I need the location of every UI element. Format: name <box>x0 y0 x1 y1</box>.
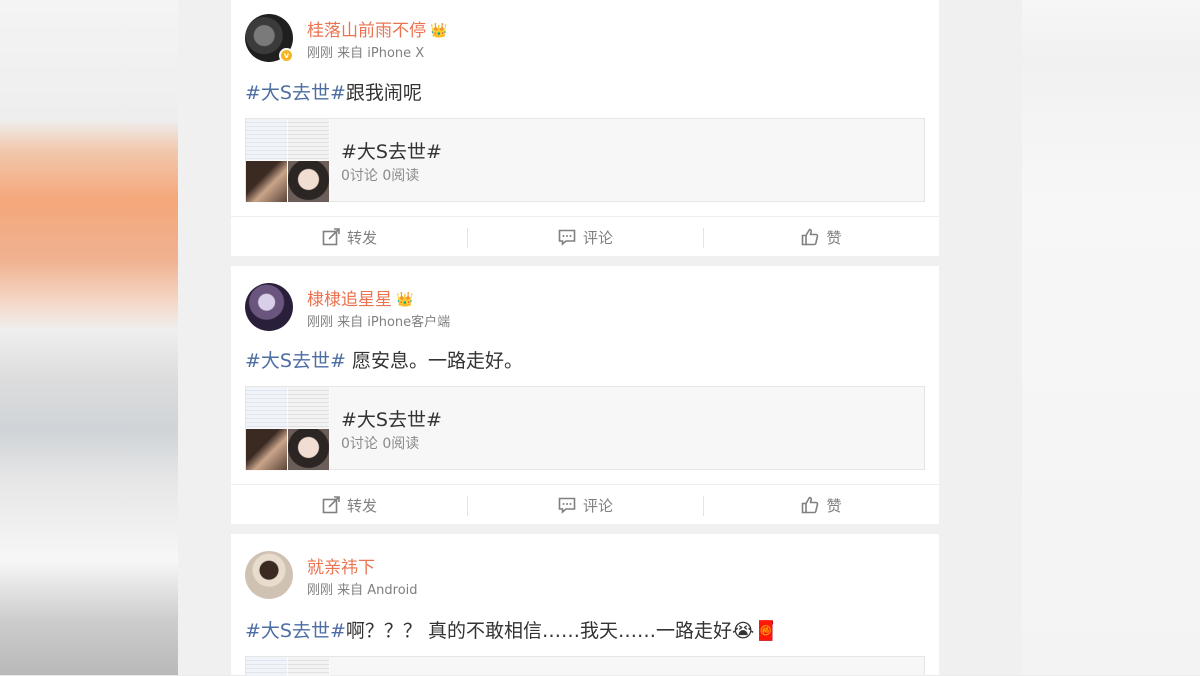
post-header: v 桂落山前雨不停 👑 刚刚 来自 iPhone X <box>245 14 925 64</box>
avatar[interactable] <box>245 551 293 599</box>
thumbs-up-icon <box>802 228 819 246</box>
comment-icon <box>558 229 576 246</box>
topic-title: #大S去世# <box>341 409 442 431</box>
thumbnail-image <box>246 161 287 202</box>
username-text[interactable]: 桂落山前雨不停 <box>307 21 426 41</box>
repost-label: 转发 <box>346 496 377 515</box>
repost-button[interactable]: 转发 <box>231 217 467 257</box>
thumbnail-image <box>288 387 329 428</box>
crown-icon: 👑 <box>430 23 448 39</box>
thumbnail-image <box>246 429 287 470</box>
username-text[interactable]: 棣棣追星星 <box>307 290 392 310</box>
blurred-background-right <box>1022 0 1200 675</box>
post-meta: 刚刚 来自 iPhone客户端 <box>307 315 451 330</box>
feed-post: 就亲祎下 刚刚 来自 Android #大S去世#啊？？？ 真的不敢相信……我天… <box>231 534 939 676</box>
thumbnail-image <box>246 387 287 428</box>
repost-icon <box>322 496 340 514</box>
hashtag-link[interactable]: #大S去世# <box>245 82 346 104</box>
thumbnail-image <box>246 657 287 676</box>
thumbnail-image <box>288 161 329 202</box>
blurred-background-left <box>0 0 178 675</box>
post-header: 棣棣追星星 👑 刚刚 来自 iPhone客户端 <box>245 283 925 333</box>
crown-icon: 👑 <box>396 292 414 308</box>
topic-card[interactable] <box>245 656 925 676</box>
comment-label: 评论 <box>582 228 613 247</box>
thumbnail-image <box>246 119 287 160</box>
comment-button[interactable]: 评论 <box>467 217 703 257</box>
hashtag-link[interactable]: #大S去世# <box>245 350 346 372</box>
topic-thumbnail <box>246 657 330 676</box>
topic-stats: 0讨论 0阅读 <box>341 436 420 452</box>
feed-post: v 桂落山前雨不停 👑 刚刚 来自 iPhone X #大S去世#跟我闹呢 #大S… <box>231 0 939 256</box>
username[interactable]: 桂落山前雨不停 👑 <box>307 16 447 41</box>
post-text: #大S去世#跟我闹呢 <box>245 78 422 105</box>
feed-post: 棣棣追星星 👑 刚刚 来自 iPhone客户端 #大S去世# 愿安息。一路走好。 … <box>231 266 939 524</box>
post-actions: 转发 评论 赞 <box>231 484 939 524</box>
post-text: #大S去世#啊？？？ 真的不敢相信……我天……一路走好😭🧧 <box>245 616 778 643</box>
post-header: 就亲祎下 刚刚 来自 Android <box>245 551 925 601</box>
repost-button[interactable]: 转发 <box>231 485 467 525</box>
username[interactable]: 棣棣追星星 👑 <box>307 285 413 310</box>
thumbnail-image <box>288 429 329 470</box>
topic-card[interactable]: #大S去世# 0讨论 0阅读 <box>245 386 925 471</box>
topic-thumbnail <box>246 387 330 471</box>
comment-label: 评论 <box>582 496 613 515</box>
comment-button[interactable]: 评论 <box>467 485 703 525</box>
topic-card[interactable]: #大S去世# 0讨论 0阅读 <box>245 118 925 203</box>
thumbnail-image <box>288 657 329 676</box>
thumbs-up-icon <box>802 496 819 514</box>
repost-icon <box>322 228 340 246</box>
like-label: 赞 <box>826 496 842 515</box>
like-button[interactable]: 赞 <box>703 217 939 257</box>
verified-badge-icon: v <box>279 48 294 63</box>
post-actions: 转发 评论 赞 <box>231 216 939 256</box>
avatar[interactable] <box>245 283 293 331</box>
like-label: 赞 <box>826 228 842 247</box>
post-text: #大S去世# 愿安息。一路走好。 <box>245 346 523 373</box>
topic-stats: 0讨论 0阅读 <box>341 168 420 184</box>
hashtag-link[interactable]: #大S去世# <box>245 620 346 642</box>
post-body: 跟我闹呢 <box>345 82 422 104</box>
feed-column: v 桂落山前雨不停 👑 刚刚 来自 iPhone X #大S去世#跟我闹呢 #大S… <box>178 0 1022 676</box>
post-meta: 刚刚 来自 Android <box>307 583 418 598</box>
username-text[interactable]: 就亲祎下 <box>307 558 375 578</box>
post-body: 愿安息。一路走好。 <box>345 350 523 372</box>
post-body: 啊？？？ 真的不敢相信……我天……一路走好😭🧧 <box>345 620 778 642</box>
like-button[interactable]: 赞 <box>703 485 939 525</box>
comment-icon <box>558 497 576 514</box>
topic-thumbnail <box>246 119 330 203</box>
username[interactable]: 就亲祎下 <box>307 553 375 578</box>
repost-label: 转发 <box>346 228 377 247</box>
post-meta: 刚刚 来自 iPhone X <box>307 46 425 61</box>
thumbnail-image <box>288 119 329 160</box>
topic-title: #大S去世# <box>341 141 442 163</box>
